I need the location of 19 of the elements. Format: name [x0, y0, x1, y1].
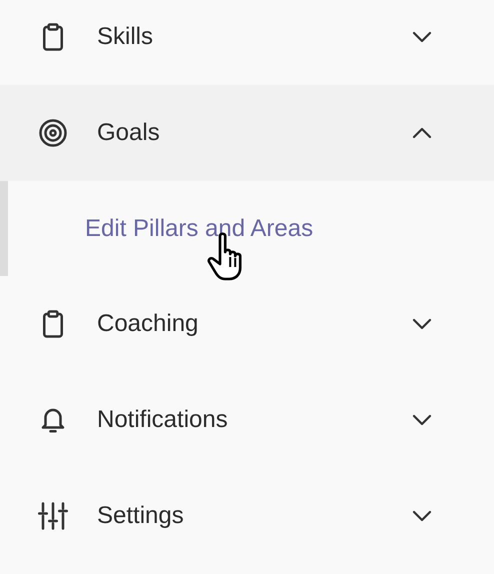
menu-label: Settings	[97, 502, 185, 530]
sliders-icon	[38, 501, 68, 531]
submenu-item[interactable]: Edit Pillars and Areas	[0, 181, 494, 276]
menu-item[interactable]: Coaching	[0, 276, 494, 372]
chevron-up-icon	[412, 127, 432, 139]
chevron-down-icon	[412, 31, 432, 43]
chevron-down-icon	[412, 510, 432, 522]
menu-item[interactable]: Goals	[0, 85, 494, 181]
menu-item[interactable]: Skills	[0, 0, 494, 85]
menu-label: Coaching	[97, 310, 200, 338]
chevron-down-icon	[412, 318, 432, 330]
menu-label: Goals	[97, 119, 161, 147]
submenu-label: Edit Pillars and Areas	[85, 214, 314, 242]
target-icon	[38, 118, 68, 148]
menu-item[interactable]: Settings	[0, 468, 494, 564]
menu-item[interactable]: Notifications	[0, 372, 494, 468]
menu-label: Skills	[97, 23, 154, 51]
chevron-down-icon	[412, 414, 432, 426]
menu-label: Notifications	[97, 406, 229, 434]
